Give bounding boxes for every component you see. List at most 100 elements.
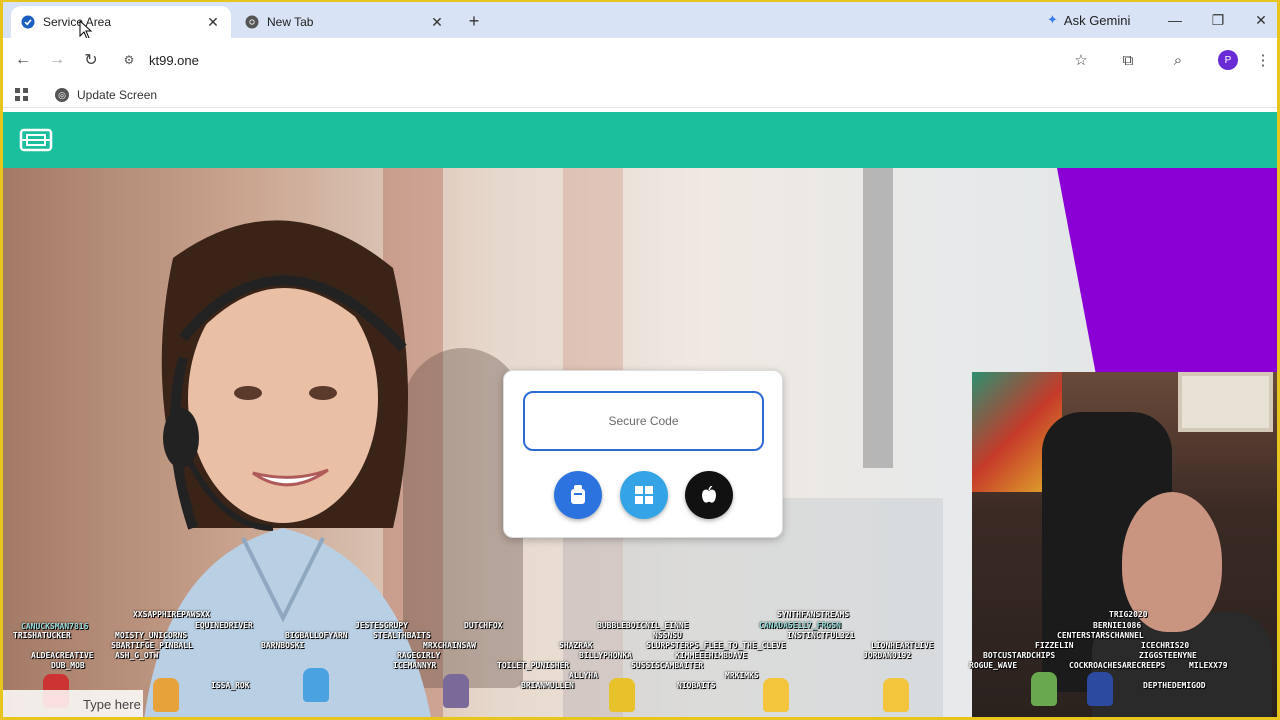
url-text: kt99.one xyxy=(149,52,199,68)
profile-avatar[interactable]: P xyxy=(1218,50,1238,70)
chat-avatar-sprite xyxy=(443,674,469,708)
bookmark-label: Update Screen xyxy=(77,88,158,102)
address-bar[interactable]: ⚙ kt99.one xyxy=(119,46,1169,74)
chat-name: DUB_MOB xyxy=(51,661,85,670)
site-info-icon[interactable]: ⚙ xyxy=(119,53,139,67)
chat-name: ZIGGSTEENYNE xyxy=(1139,651,1197,660)
menu-kebab-icon[interactable]: ⋮ xyxy=(1251,48,1275,72)
bookmarks-bar: ◎ Update Screen xyxy=(3,82,1277,108)
tab-search-icon[interactable]: ⌕ xyxy=(1166,48,1190,72)
chat-name: RAGEGIRLY xyxy=(397,651,441,660)
chat-name: BUBBLEBOICNIL_EINNE xyxy=(597,621,689,630)
site-header xyxy=(3,112,1277,168)
room-window xyxy=(1178,372,1273,432)
browser-window: Service Area ✕ New Tab ✕ + ✦ Ask Gemini … xyxy=(0,0,1280,720)
reload-icon[interactable]: ↻ xyxy=(79,48,103,72)
secure-code-input[interactable] xyxy=(523,391,764,451)
tab-service-area[interactable]: Service Area ✕ xyxy=(11,6,231,38)
chat-name: CENTERSTARSCHANNEL xyxy=(1057,631,1144,640)
taskbar-search-field[interactable]: Type here xyxy=(3,690,143,717)
bookmark-star-icon[interactable]: ☆ xyxy=(1069,48,1093,72)
chat-name: FIZZELIN xyxy=(1035,641,1074,650)
apps-grid-icon[interactable] xyxy=(13,86,31,104)
windows-download-button[interactable] xyxy=(620,471,668,519)
chat-name: ICECHRIS20 xyxy=(1141,641,1190,650)
chat-name: EQUINEDRIVER xyxy=(195,621,253,630)
chat-name: DUTCHFOX xyxy=(464,621,503,630)
chat-name: SHAZRAK xyxy=(559,641,593,650)
chat-name: BERNIE1086 xyxy=(1093,621,1142,630)
chat-name: LIONHEARTLIVE xyxy=(871,641,934,650)
chat-name: STEALTHBAITS xyxy=(373,631,431,640)
chat-avatar-sprite xyxy=(763,678,789,712)
back-icon[interactable]: ← xyxy=(11,48,35,72)
chat-name: MILEXX79 xyxy=(1189,661,1228,670)
tab-title: Service Area xyxy=(43,15,112,29)
chat-name: NIOBAITS xyxy=(677,681,716,690)
chat-name: BILLYPHONKA xyxy=(579,651,632,660)
chat-avatar-sprite xyxy=(883,678,909,712)
chat-name: CANADA5E117_FRGSN xyxy=(759,621,841,630)
chat-name: INSTINCTFUL321 xyxy=(787,631,855,640)
windows-icon xyxy=(635,486,653,504)
chat-name: XXSAPPHIREPAWSXX xyxy=(133,610,211,619)
background-column xyxy=(863,168,893,468)
chat-avatar-sprite xyxy=(1087,672,1113,706)
bookmark-update-screen[interactable]: ◎ Update Screen xyxy=(55,86,157,104)
chat-name: JESTESGRUPY xyxy=(355,621,408,630)
chat-name: ASH_G_OTW xyxy=(115,651,159,660)
apple-download-button[interactable] xyxy=(685,471,733,519)
chat-name: ROGUE_WAVE xyxy=(969,661,1018,670)
chat-avatar-sprite xyxy=(303,668,329,702)
chat-name: SLURPSTERPS_FLEE_TO_THE_CLEVE xyxy=(646,641,786,650)
android-download-button[interactable] xyxy=(554,471,602,519)
chat-name: BRIANMULLEN xyxy=(521,681,574,690)
secure-code-card xyxy=(503,370,783,538)
chat-avatar-sprite xyxy=(1031,672,1057,706)
tab-new-tab[interactable]: New Tab ✕ xyxy=(235,6,455,38)
extensions-icon[interactable]: ⧉ xyxy=(1116,48,1140,72)
ask-gemini-button[interactable]: ✦ Ask Gemini xyxy=(1037,8,1140,32)
close-tab-icon[interactable]: ✕ xyxy=(205,14,221,30)
chrome-icon xyxy=(245,15,259,29)
chat-name: ICEMANNYR xyxy=(393,661,437,670)
chat-avatar-sprite xyxy=(609,678,635,712)
close-window-icon[interactable]: ✕ xyxy=(1249,10,1273,30)
mouse-cursor-icon xyxy=(79,20,93,40)
chat-name: ALDEACREATIVE xyxy=(31,651,94,660)
chat-name: TOILET_PUNISHER xyxy=(497,661,570,670)
restore-icon[interactable]: ❐ xyxy=(1206,10,1230,30)
chat-name: SUSSISCAMBAITER xyxy=(631,661,704,670)
gemini-sparkle-icon: ✦ xyxy=(1047,12,1058,27)
forward-icon[interactable]: → xyxy=(45,48,69,72)
chat-name: MRKIMKS xyxy=(725,671,759,680)
chat-name: ISSA_ROK xyxy=(211,681,250,690)
chat-name: KIMMEEEHIMBDAVE xyxy=(675,651,748,660)
chat-name: CANUCKSMAN7816 xyxy=(21,622,89,631)
chat-name: JORDAN0192 xyxy=(863,651,912,660)
chat-name: BARNBOSKI xyxy=(261,641,305,650)
taskbar-search-placeholder: Type here xyxy=(83,696,141,712)
chat-name: MRXCHAINSAW xyxy=(423,641,476,650)
tab-strip: Service Area ✕ New Tab ✕ + ✦ Ask Gemini … xyxy=(3,2,1277,40)
shield-check-icon xyxy=(21,15,35,29)
chat-avatar-sprite xyxy=(153,678,179,712)
chat-name: TRIG2020 xyxy=(1109,610,1148,619)
android-icon xyxy=(571,485,585,504)
purple-accent-shape xyxy=(1057,168,1277,378)
browser-toolbar: ← → ↻ ⚙ kt99.one ☆ ⧉ ⌕ P ⋮ xyxy=(3,38,1277,82)
new-tab-plus-icon[interactable]: + xyxy=(463,10,485,32)
tab-title: New Tab xyxy=(267,15,314,29)
chat-name: SBARTIFGE_PINBALL xyxy=(111,641,193,650)
chat-name: MOISTY_UNICORNS xyxy=(115,631,188,640)
chat-name: SYNTHFANSTREAMS xyxy=(777,610,850,619)
chat-name: BOTCUSTARDCHIPS xyxy=(983,651,1056,660)
chat-name: DEPTHEDEMIGOD xyxy=(1143,681,1206,690)
apple-icon xyxy=(702,486,716,503)
minimize-icon[interactable]: — xyxy=(1163,10,1187,30)
chat-name: NSSNSU xyxy=(653,631,682,640)
chat-name: BIGBALLOFYARN xyxy=(285,631,348,640)
close-tab-icon[interactable]: ✕ xyxy=(429,14,445,30)
chat-name: COCKROACHESARECREEPS xyxy=(1069,661,1166,670)
site-logo-icon xyxy=(19,128,53,152)
